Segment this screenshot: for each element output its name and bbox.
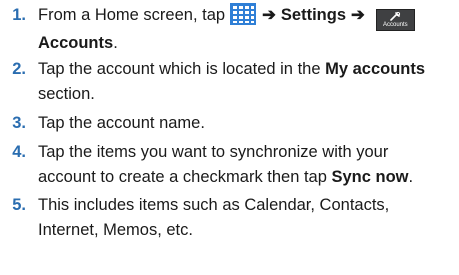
- step-body: Tap the account which is located in the …: [38, 57, 456, 107]
- step-text: section.: [38, 85, 95, 103]
- step-text: account to create a checkmark then tap: [38, 168, 332, 186]
- accounts-icon-label: Accounts: [382, 22, 408, 28]
- step-text: Tap the account name.: [38, 114, 205, 132]
- apps-grid-icon: [230, 3, 257, 25]
- step-text: Tap the items you want to synchronize wi…: [38, 143, 389, 161]
- step-body: This includes items such as Calendar, Co…: [38, 193, 456, 243]
- right-arrow-icon: ➔: [351, 6, 365, 24]
- settings-label: Settings: [280, 6, 346, 24]
- right-arrow-icon: ➔: [262, 6, 276, 24]
- step-number: 4.: [12, 143, 26, 161]
- my-accounts-label: My accounts: [325, 60, 426, 78]
- step-number: 5.: [12, 196, 26, 214]
- accounts-label: Accounts: [38, 34, 114, 52]
- step-number: 1.: [12, 6, 26, 24]
- instruction-page: 1. From a Home screen, tap ➔ Settings ➔ Acco…: [0, 0, 459, 275]
- step-text: From a Home screen, tap: [38, 6, 226, 24]
- sync-now-label: Sync now: [331, 168, 409, 186]
- step-body: Tap the account name.: [38, 111, 456, 136]
- step-number: 3.: [12, 114, 26, 132]
- step-text: Tap the account which is located in the: [38, 60, 326, 78]
- step-number: 2.: [12, 60, 26, 78]
- step-text: This includes items such as Calendar, Co…: [38, 196, 390, 214]
- step-body: Tap the items you want to synchronize wi…: [38, 140, 456, 190]
- period: .: [408, 168, 414, 186]
- period: .: [113, 34, 118, 52]
- accounts-icon: Accounts: [375, 9, 415, 31]
- step-text: Internet, Memos, etc.: [38, 221, 193, 239]
- step-body: From a Home screen, tap ➔ Settings ➔ Account…: [38, 3, 456, 56]
